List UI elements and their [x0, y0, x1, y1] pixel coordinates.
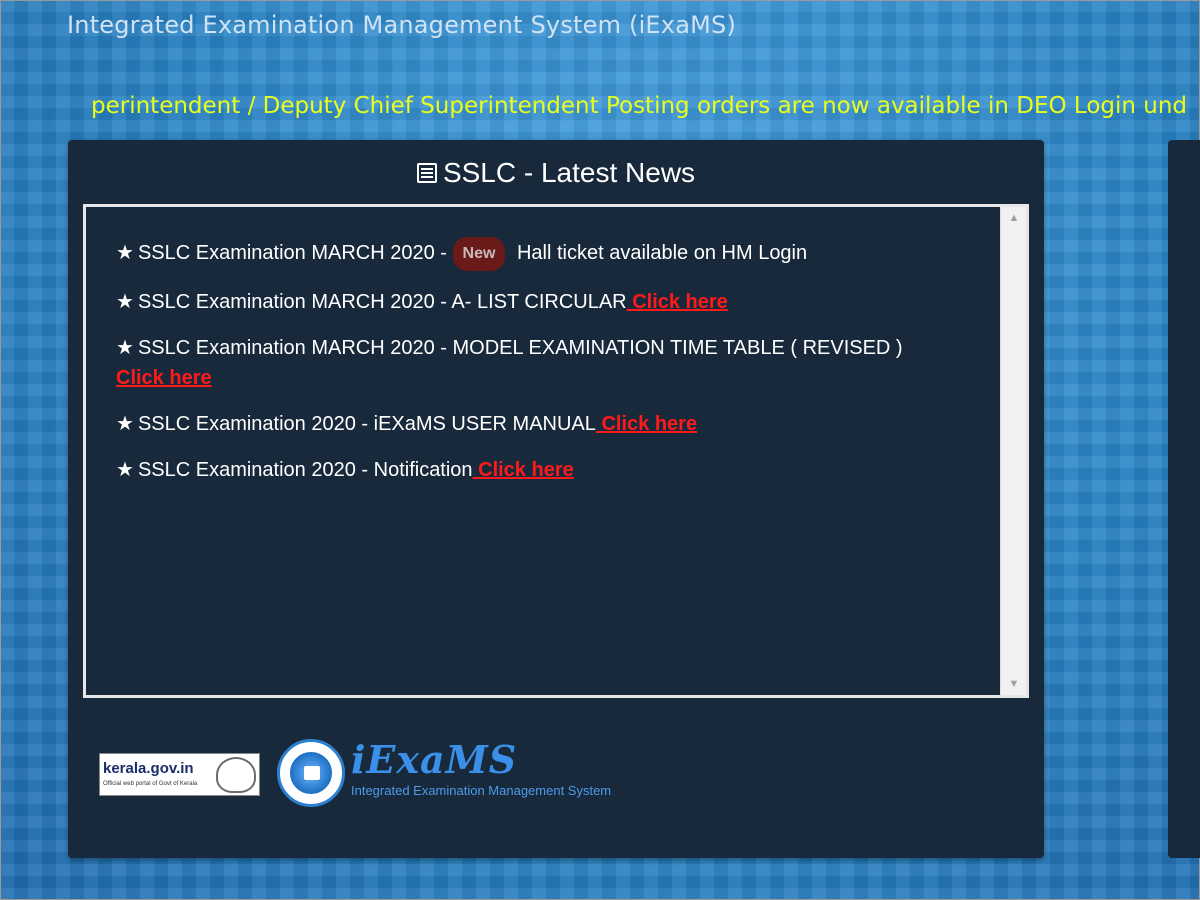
kerala-logo-subtext: Official web portal of Govt of Kerala	[103, 781, 198, 787]
iexams-logo-name: iExaMS	[351, 737, 518, 782]
scroll-down-arrow-icon[interactable]: ▼	[1001, 673, 1027, 695]
news-panel-title: SSLC - Latest News	[442, 157, 696, 188]
news-panel-heading: SSLC - Latest News	[68, 157, 1044, 189]
star-icon: ★	[116, 240, 134, 264]
news-item-prefix: SSLC Examination 2020 - iEXaMS USER MANU…	[137, 413, 596, 435]
kerala-logo-text: kerala.gov.in	[103, 760, 194, 777]
news-item: ★ SSLC Examination MARCH 2020 - MODEL EXA…	[116, 332, 976, 393]
news-item-prefix: SSLC Examination MARCH 2020 - MODEL EXAM…	[137, 337, 903, 359]
star-icon: ★	[116, 335, 134, 359]
news-item: ★ SSLC Examination MARCH 2020 - A- LIST C…	[116, 286, 976, 317]
site-title: Integrated Examination Management System…	[67, 11, 737, 39]
news-item-prefix: SSLC Examination MARCH 2020 -	[137, 242, 453, 264]
iexams-logo-tagline: Integrated Examination Management System	[351, 783, 612, 798]
list-icon	[416, 163, 437, 183]
kerala-gov-logo[interactable]: kerala.gov.in Official web portal of Gov…	[99, 753, 260, 796]
news-scrollbar[interactable]: ▲ ▼	[1000, 207, 1026, 695]
news-item-text: Hall ticket available on HM Login	[511, 242, 808, 264]
news-item-prefix: SSLC Examination MARCH 2020 - A- LIST CI…	[137, 291, 627, 313]
news-item: ★ SSLC Examination 2020 - Notification Cl…	[116, 454, 976, 485]
click-here-link[interactable]: Click here	[473, 459, 574, 481]
news-list-box[interactable]: ★ SSLC Examination MARCH 2020 - New Hall …	[83, 204, 1029, 698]
star-icon: ★	[116, 289, 134, 313]
news-item: ★ SSLC Examination MARCH 2020 - New Hall …	[116, 237, 976, 271]
iexams-seal-icon	[277, 739, 345, 807]
star-icon: ★	[116, 457, 134, 481]
news-item-prefix: SSLC Examination 2020 - Notification	[137, 459, 473, 481]
news-list: ★ SSLC Examination MARCH 2020 - New Hall …	[116, 237, 976, 500]
announcement-ticker[interactable]: perintendent / Deputy Chief Superintende…	[1, 93, 1199, 127]
scroll-up-arrow-icon[interactable]: ▲	[1001, 207, 1027, 229]
ticker-text: perintendent / Deputy Chief Superintende…	[91, 93, 1188, 119]
kerala-emblem-icon	[216, 757, 256, 793]
new-badge: New	[452, 237, 506, 271]
star-icon: ★	[116, 411, 134, 435]
side-panel	[1168, 140, 1200, 858]
news-item: ★ SSLC Examination 2020 - iEXaMS USER MAN…	[116, 408, 976, 439]
click-here-link[interactable]: Click here	[627, 291, 728, 313]
click-here-link[interactable]: Click here	[116, 367, 212, 389]
click-here-link[interactable]: Click here	[596, 413, 697, 435]
